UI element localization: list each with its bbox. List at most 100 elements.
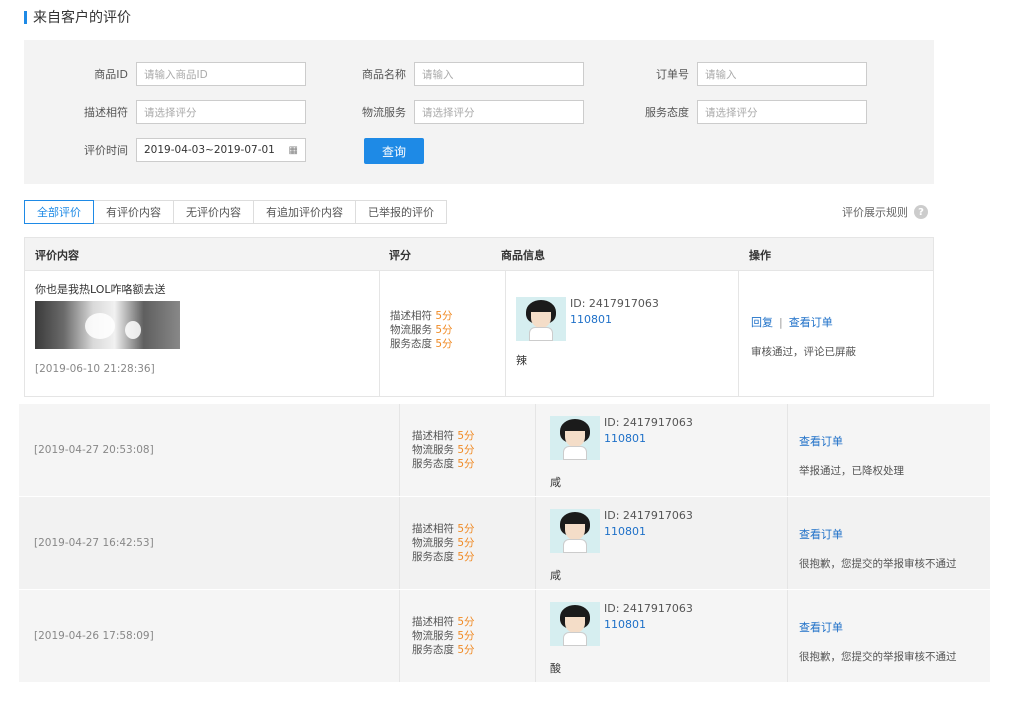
header-comment: 评价内容 xyxy=(35,249,79,262)
filter-product-id: 商品ID 请输入商品ID xyxy=(46,61,306,87)
table-rows-extended: [2019-04-27 20:53:08] 描述相符 5分 物流服务 5分 服务… xyxy=(19,403,990,682)
divider xyxy=(738,271,739,396)
filter-desc-match: 描述相符 请选择评分 xyxy=(46,99,306,125)
desc-score-label: 描述相符 xyxy=(412,616,454,628)
logistics-score: 5分 xyxy=(457,444,475,456)
filter-order-no: 订单号 请输入 xyxy=(607,61,867,87)
tab-with-content[interactable]: 有评价内容 xyxy=(94,201,174,223)
header-product: 商品信息 xyxy=(501,249,545,262)
logistics-score-label: 物流服务 xyxy=(412,444,454,456)
logistics-score-label: 物流服务 xyxy=(412,630,454,642)
calendar-icon[interactable]: ▦ xyxy=(289,145,298,156)
divider xyxy=(399,590,400,682)
title-accent-bar xyxy=(24,10,27,24)
query-button[interactable]: 查询 xyxy=(364,138,424,164)
date-range-input[interactable]: 2019-04-03~2019-07-01 ▦ xyxy=(136,138,306,162)
action-separator: | xyxy=(779,316,783,329)
score-block: 描述相符 5分 物流服务 5分 服务态度 5分 xyxy=(412,429,475,471)
logistics-score-label: 物流服务 xyxy=(412,537,454,549)
filter-row-2: 描述相符 请选择评分 物流服务 请选择评分 服务态度 请选择评分 xyxy=(24,99,934,125)
product-thumbnail[interactable] xyxy=(550,509,600,553)
logistics-score: 5分 xyxy=(457,537,475,549)
product-name-input[interactable]: 请输入 xyxy=(414,62,584,86)
view-order-link[interactable]: 查看订单 xyxy=(789,316,833,329)
review-status: 很抱歉，您提交的举报审核不通过 xyxy=(799,558,957,570)
logistics-label: 物流服务 xyxy=(362,106,406,119)
tab-all[interactable]: 全部评价 xyxy=(24,200,94,224)
review-status: 很抱歉，您提交的举报审核不通过 xyxy=(799,651,957,663)
row-actions: 查看订单 举报通过，已降权处理 xyxy=(799,433,904,478)
product-info: ID: 2417917063 110801 咸 xyxy=(550,509,770,589)
service-score: 5分 xyxy=(457,551,475,563)
product-spec: 辣 xyxy=(516,354,527,367)
date-label: 评价时间 xyxy=(84,144,128,157)
table-row: [2019-04-27 16:42:53] 描述相符 5分 物流服务 5分 服务… xyxy=(19,496,990,589)
review-status: 举报通过，已降权处理 xyxy=(799,465,904,477)
filter-row-1: 商品ID 请输入商品ID 商品名称 请输入 订单号 请输入 xyxy=(24,61,934,87)
comment-time: [2019-04-26 17:58:09] xyxy=(34,630,154,642)
header-score: 评分 xyxy=(389,249,411,262)
order-no-input[interactable]: 请输入 xyxy=(697,62,867,86)
divider xyxy=(399,404,400,496)
table-header: 评价内容 评分 商品信息 操作 xyxy=(24,237,934,271)
service-score: 5分 xyxy=(435,338,453,350)
filter-logistics: 物流服务 请选择评分 xyxy=(324,99,584,125)
score-block: 描述相符 5分 物流服务 5分 服务态度 5分 xyxy=(390,309,453,351)
desc-score: 5分 xyxy=(435,310,453,322)
logistics-score: 5分 xyxy=(457,630,475,642)
product-name-link[interactable]: 110801 xyxy=(604,525,646,538)
service-select[interactable]: 请选择评分 xyxy=(697,100,867,124)
view-order-link[interactable]: 查看订单 xyxy=(799,435,843,448)
date-range-value: 2019-04-03~2019-07-01 xyxy=(144,144,275,156)
reply-link[interactable]: 回复 xyxy=(751,316,773,329)
product-name-link[interactable]: 110801 xyxy=(570,313,612,326)
divider xyxy=(535,404,536,496)
desc-score-label: 描述相符 xyxy=(412,430,454,442)
logistics-select[interactable]: 请选择评分 xyxy=(414,100,584,124)
product-name-link[interactable]: 110801 xyxy=(604,432,646,445)
filter-service: 服务态度 请选择评分 xyxy=(607,99,867,125)
desc-score-label: 描述相符 xyxy=(390,310,432,322)
comment-time: [2019-04-27 16:42:53] xyxy=(34,537,154,549)
rules-link-text: 评价展示规则 xyxy=(842,206,908,219)
product-thumbnail[interactable] xyxy=(516,297,566,341)
product-spec: 咸 xyxy=(550,476,561,489)
desc-match-select[interactable]: 请选择评分 xyxy=(136,100,306,124)
tab-reported[interactable]: 已举报的评价 xyxy=(356,201,446,223)
review-status: 审核通过，评论已屏蔽 xyxy=(751,346,856,358)
view-order-link[interactable]: 查看订单 xyxy=(799,528,843,541)
row-actions: 回复 | 查看订单 审核通过，评论已屏蔽 xyxy=(751,314,856,359)
product-spec: 咸 xyxy=(550,569,561,582)
filter-row-3: 评价时间 2019-04-03~2019-07-01 ▦ xyxy=(24,137,934,163)
divider xyxy=(535,497,536,589)
rules-link[interactable]: 评价展示规则 ? xyxy=(842,204,928,220)
desc-score: 5分 xyxy=(457,430,475,442)
row-actions: 查看订单 很抱歉，您提交的举报审核不通过 xyxy=(799,619,957,664)
product-id-input[interactable]: 请输入商品ID xyxy=(136,62,306,86)
photo-highlight xyxy=(125,321,141,339)
order-no-label: 订单号 xyxy=(656,68,689,81)
help-icon[interactable]: ? xyxy=(914,205,928,219)
header-actions: 操作 xyxy=(749,249,771,262)
tab-without-content[interactable]: 无评价内容 xyxy=(174,201,254,223)
service-score-label: 服务态度 xyxy=(412,551,454,563)
table-row: [2019-04-26 17:58:09] 描述相符 5分 物流服务 5分 服务… xyxy=(19,589,990,682)
product-id-label: 商品ID xyxy=(94,68,128,81)
tab-with-followup[interactable]: 有追加评价内容 xyxy=(254,201,356,223)
product-info: ID: 2417917063 110801 酸 xyxy=(550,602,770,682)
product-name-link[interactable]: 110801 xyxy=(604,618,646,631)
score-block: 描述相符 5分 物流服务 5分 服务态度 5分 xyxy=(412,522,475,564)
table-row: 你也是我热LOL咋咯额去送 [2019-06-10 21:28:36] 描述相符… xyxy=(24,271,934,397)
score-block: 描述相符 5分 物流服务 5分 服务态度 5分 xyxy=(412,615,475,657)
comment-photo[interactable] xyxy=(35,301,180,349)
service-score-label: 服务态度 xyxy=(412,644,454,656)
table-row: [2019-04-27 20:53:08] 描述相符 5分 物流服务 5分 服务… xyxy=(19,403,990,496)
product-id: ID: 2417917063 xyxy=(604,602,693,615)
filter-panel: 商品ID 请输入商品ID 商品名称 请输入 订单号 请输入 描述相符 请选择评分… xyxy=(24,40,934,184)
comment-time: [2019-04-27 20:53:08] xyxy=(34,444,154,456)
product-thumbnail[interactable] xyxy=(550,602,600,646)
product-thumbnail[interactable] xyxy=(550,416,600,460)
view-order-link[interactable]: 查看订单 xyxy=(799,621,843,634)
desc-score: 5分 xyxy=(457,523,475,535)
row-actions: 查看订单 很抱歉，您提交的举报审核不通过 xyxy=(799,526,957,571)
